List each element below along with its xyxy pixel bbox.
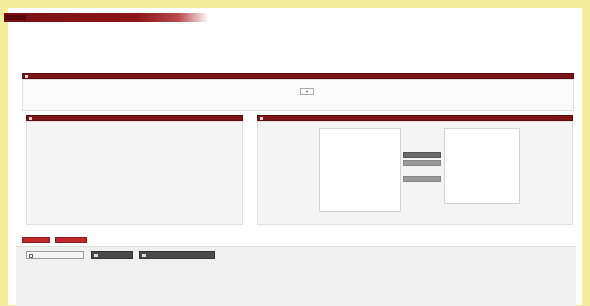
toolbar-button-3[interactable] bbox=[139, 251, 215, 259]
collapse-icon[interactable] bbox=[260, 117, 263, 120]
move-all-button[interactable] bbox=[403, 176, 441, 182]
move-left-button[interactable] bbox=[403, 160, 441, 166]
export-icon bbox=[142, 254, 146, 257]
left-panel-body bbox=[26, 121, 243, 225]
brand-tab[interactable] bbox=[4, 15, 26, 20]
brand-banner bbox=[4, 13, 209, 22]
tab-primary[interactable] bbox=[22, 237, 50, 243]
available-listbox[interactable] bbox=[319, 128, 401, 212]
top-panel-body bbox=[22, 79, 574, 111]
selected-listbox[interactable] bbox=[444, 128, 520, 204]
dropdown-select[interactable] bbox=[300, 88, 314, 95]
toolbar-button-2[interactable] bbox=[91, 251, 133, 259]
collapse-icon[interactable] bbox=[25, 75, 28, 78]
checkbox-icon bbox=[29, 254, 33, 258]
collapse-icon[interactable] bbox=[29, 117, 32, 120]
move-right-button[interactable] bbox=[403, 152, 441, 158]
toolbar-button-1[interactable] bbox=[26, 251, 84, 259]
right-panel-body bbox=[257, 121, 573, 225]
tab-secondary[interactable] bbox=[55, 237, 87, 243]
document-icon bbox=[94, 254, 98, 257]
